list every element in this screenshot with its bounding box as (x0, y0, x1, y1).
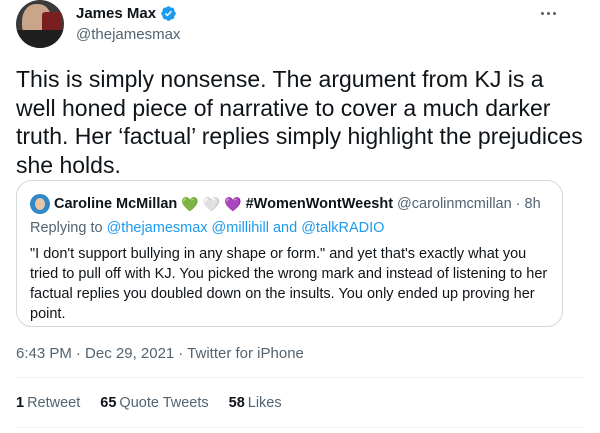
retweets-count: 1 (16, 395, 25, 411)
tweet-text: This is simply nonsense. The argument fr… (16, 66, 583, 178)
retweets-stat[interactable]: 1 Retweet (16, 395, 80, 411)
author-name[interactable]: James Max (76, 5, 156, 22)
tweet-card: James Max @thejamesmax This is simply no… (0, 0, 600, 433)
verified-badge-icon (161, 6, 176, 21)
retweets-label: Retweet (27, 395, 81, 411)
tweet-stats: 1 Retweet 65 Quote Tweets 58 Likes (16, 395, 282, 411)
tweet-time[interactable]: 6:43 PM (16, 345, 72, 362)
green-heart-icon: 💚 (181, 196, 199, 212)
author-name-row: James Max (76, 5, 177, 22)
likes-count: 58 (228, 395, 245, 411)
tweet-meta: 6:43 PM · Dec 29, 2021 · Twitter for iPh… (16, 345, 304, 362)
likes-label: Likes (247, 395, 282, 411)
replying-to-prefix: Replying to (30, 220, 103, 236)
likes-stat[interactable]: 58 Likes (229, 395, 282, 411)
quoted-author-handle: @carolinmcmillan (397, 196, 512, 212)
quote-tweets-count: 65 (100, 395, 117, 411)
tweet-date[interactable]: · Dec 29, 2021 (76, 345, 174, 362)
divider (16, 427, 584, 428)
quoted-text: "I don't support bullying in any shape o… (30, 246, 548, 322)
replying-to: Replying to @thejamesmax @millihill and … (30, 220, 384, 236)
quoted-avatar (30, 194, 50, 214)
quoted-tweet[interactable]: Caroline McMillan 💚 🤍 💜 #WomenWontWeesht… (16, 180, 563, 327)
quote-tweets-stat[interactable]: 65 Quote Tweets (100, 395, 208, 411)
purple-heart-icon: 💜 (224, 196, 242, 212)
quote-tweets-label: Quote Tweets (119, 395, 209, 411)
quoted-hashtag: #WomenWontWeesht (245, 196, 394, 212)
white-heart-icon: 🤍 (202, 196, 221, 212)
quoted-author-name: Caroline McMillan (54, 196, 178, 212)
author-avatar[interactable] (16, 0, 64, 48)
quoted-time: · 8h (515, 196, 541, 212)
divider (16, 377, 584, 378)
author-handle[interactable]: @thejamesmax (76, 26, 180, 43)
replying-to-handles[interactable]: @thejamesmax @millihill and @talkRADIO (107, 220, 385, 236)
more-options-icon[interactable] (541, 6, 563, 20)
tweet-source[interactable]: · Twitter for iPhone (178, 345, 304, 362)
quoted-header: Caroline McMillan 💚 🤍 💜 #WomenWontWeesht… (30, 194, 541, 214)
